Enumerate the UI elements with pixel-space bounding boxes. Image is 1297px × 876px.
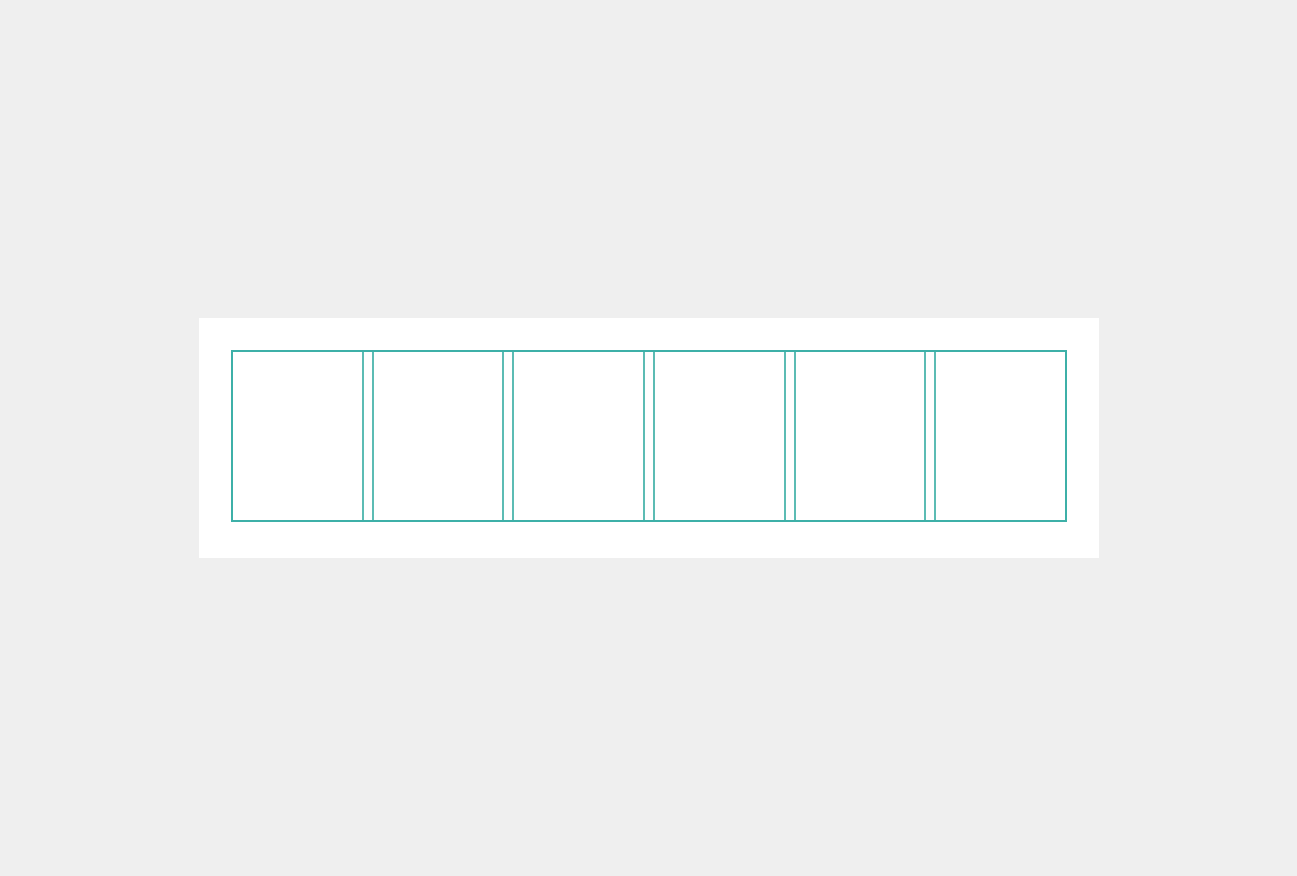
grid-column xyxy=(233,352,362,520)
grid-column xyxy=(514,352,643,520)
grid-gutter xyxy=(502,352,515,520)
column-grid xyxy=(231,350,1067,522)
grid-gutter xyxy=(361,352,374,520)
grid-column xyxy=(936,352,1065,520)
grid-gutter xyxy=(783,352,796,520)
grid-column xyxy=(796,352,925,520)
grid-column xyxy=(374,352,503,520)
grid-gutter xyxy=(643,352,656,520)
layout-preview-card xyxy=(199,318,1099,558)
grid-column xyxy=(655,352,784,520)
grid-gutter xyxy=(924,352,937,520)
